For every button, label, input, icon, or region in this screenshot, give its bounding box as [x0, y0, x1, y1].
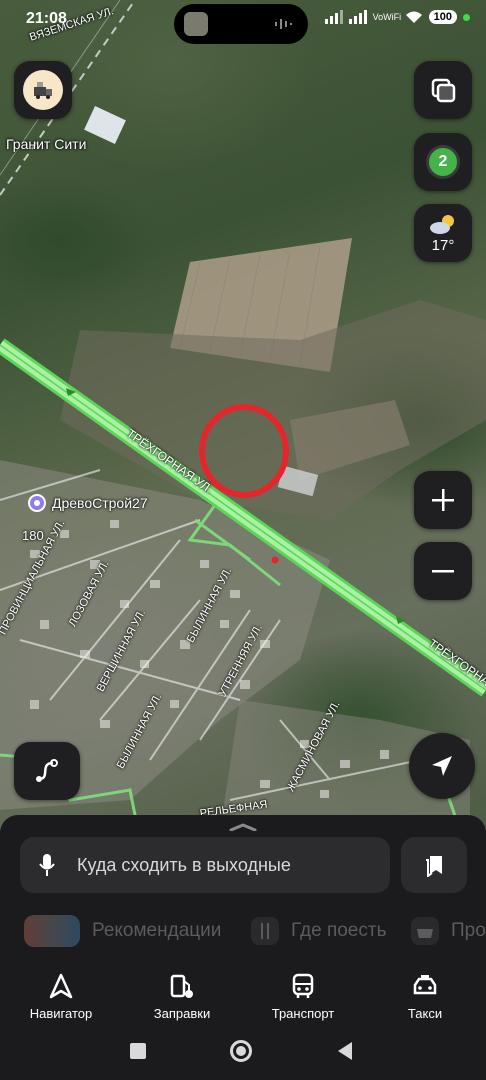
signal-2-icon — [348, 10, 367, 24]
route-button[interactable] — [14, 742, 80, 800]
layers-icon — [431, 78, 456, 103]
minus-icon — [432, 570, 454, 573]
profile-avatar-button[interactable] — [14, 61, 72, 119]
my-location-button[interactable] — [409, 733, 475, 799]
bookmarks-icon — [426, 856, 442, 877]
basket-icon — [411, 917, 439, 945]
nav-label: Транспорт — [271, 1006, 335, 1021]
layers-button[interactable] — [414, 61, 472, 119]
status-time: 21:08 — [26, 10, 67, 27]
chip-label: Рекомендации — [92, 920, 222, 941]
map-graphics — [0, 0, 486, 830]
nav-label: Навигатор — [29, 1006, 93, 1021]
bottom-nav: Навигатор Заправки Транспорт Такси — [0, 973, 486, 1033]
nav-taxi[interactable]: Такси — [370, 973, 480, 1021]
taxi-icon — [413, 975, 437, 995]
dynamic-island[interactable] — [174, 4, 308, 44]
chip-more[interactable]: Про — [411, 913, 486, 949]
navigator-icon — [49, 973, 73, 999]
zoom-out-button[interactable] — [414, 542, 472, 600]
red-dot-marker — [271, 556, 279, 564]
recents-square-icon[interactable] — [129, 1042, 147, 1060]
chip-where-to-eat[interactable]: Где поесть — [251, 913, 386, 949]
status-icons: VoWiFi 100 — [324, 10, 470, 24]
nav-label: Заправки — [153, 1006, 211, 1021]
avatar-icon — [23, 70, 63, 110]
poi-drevostroy-marker[interactable] — [28, 494, 46, 512]
media-thumbnail — [184, 12, 208, 36]
audio-wave-icon — [275, 19, 292, 29]
nav-fuel[interactable]: Заправки — [127, 973, 237, 1021]
privacy-dot-icon — [463, 13, 470, 21]
microphone-icon[interactable] — [38, 853, 56, 877]
wifi-icon — [405, 11, 422, 23]
search-placeholder: Куда сходить в выходные — [77, 855, 291, 875]
location-arrow-icon — [432, 756, 452, 776]
fuel-icon — [170, 974, 193, 998]
home-circle-icon[interactable] — [229, 1039, 253, 1063]
bottom-sheet[interactable]: Куда сходить в выходные Рекомендации Где… — [0, 815, 486, 1080]
plus-icon — [432, 489, 454, 511]
route-icon — [36, 759, 58, 782]
system-nav-bar — [0, 1032, 486, 1072]
poi-dot-icon — [34, 500, 40, 506]
weather-temp: 17° — [431, 236, 455, 254]
chip-label: Где поесть — [291, 920, 387, 941]
poi-granit-city[interactable]: Гранит Сити — [6, 136, 86, 152]
map-canvas[interactable]: ВЯЗЕМСКАЯ УЛ. ТРЁХГОРНАЯ УЛ. ТРЁХГОРНАЯ … — [0, 0, 486, 830]
sheet-handle-icon[interactable] — [228, 823, 258, 831]
status-bar: 21:08 VoWiFi 100 — [0, 0, 486, 44]
signal-icon — [324, 10, 343, 24]
traffic-score-icon: 2 — [426, 145, 460, 179]
poi-drevostroy[interactable]: ДревоСтрой27 — [52, 495, 148, 511]
category-chips[interactable]: Рекомендации Где поесть Про — [20, 913, 486, 949]
search-input[interactable]: Куда сходить в выходные — [20, 837, 390, 893]
back-triangle-icon[interactable] — [336, 1041, 354, 1061]
bookmarks-button[interactable] — [401, 837, 467, 893]
battery-indicator: 100 — [428, 10, 457, 24]
recommendations-icon — [24, 915, 80, 947]
vowifi-label: VoWiFi — [372, 11, 402, 22]
bus-icon — [292, 973, 314, 998]
house-number: 180 — [22, 528, 44, 543]
nav-transport[interactable]: Транспорт — [248, 973, 358, 1021]
nav-navigator[interactable]: Навигатор — [6, 973, 116, 1021]
zoom-in-button[interactable] — [414, 471, 472, 529]
nav-label: Такси — [407, 1006, 443, 1021]
weather-cloud-moon-icon — [430, 214, 454, 234]
chip-label: Про — [451, 920, 486, 941]
chip-recommendations[interactable]: Рекомендации — [24, 913, 221, 949]
fork-knife-icon — [251, 917, 279, 945]
traffic-button[interactable]: 2 — [414, 133, 472, 191]
weather-button[interactable]: 17° — [414, 204, 472, 262]
